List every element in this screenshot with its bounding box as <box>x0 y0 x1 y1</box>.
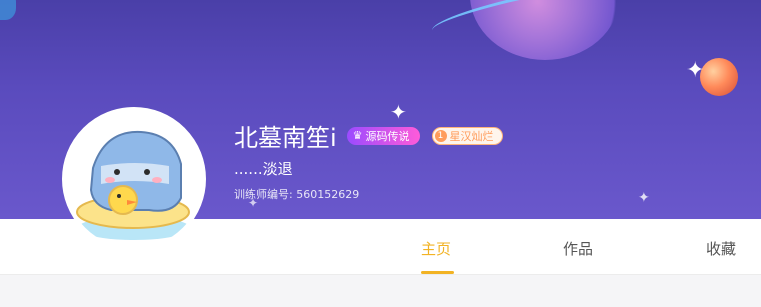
rank-label: 星汉灿烂 <box>449 129 494 143</box>
crown-icon: ♛ <box>352 129 363 142</box>
badge-label: 源码传说 <box>365 129 410 143</box>
trainer-id-label: 训练师编号: <box>234 188 293 201</box>
sparkle-icon: ✦ <box>686 58 705 83</box>
shark-avatar <box>65 110 203 248</box>
tab-works[interactable]: 作品 <box>563 238 593 259</box>
source-legend-badge[interactable]: ♛ 源码传说 <box>346 126 420 145</box>
name-row: 北墓南笙i ♛ 源码传说 1 星汉灿烂 <box>234 118 503 153</box>
user-bio: ......淡退 <box>234 160 293 178</box>
avatar[interactable] <box>62 107 206 251</box>
decorative-blob <box>0 0 16 20</box>
active-tab-indicator <box>421 271 454 274</box>
rank-badge[interactable]: 1 星汉灿烂 <box>431 126 503 145</box>
rank-number: 1 <box>434 129 447 142</box>
tab-favorites[interactable]: 收藏 <box>706 238 736 259</box>
username: 北墓南笙i <box>234 124 337 152</box>
trainer-id-value: 560152629 <box>296 188 360 201</box>
sparkle-icon: ✦ <box>638 190 650 206</box>
tab-home[interactable]: 主页 <box>421 238 451 259</box>
trainer-id-line: 训练师编号: 560152629 <box>234 186 359 202</box>
orange-planet-illustration <box>700 58 738 96</box>
